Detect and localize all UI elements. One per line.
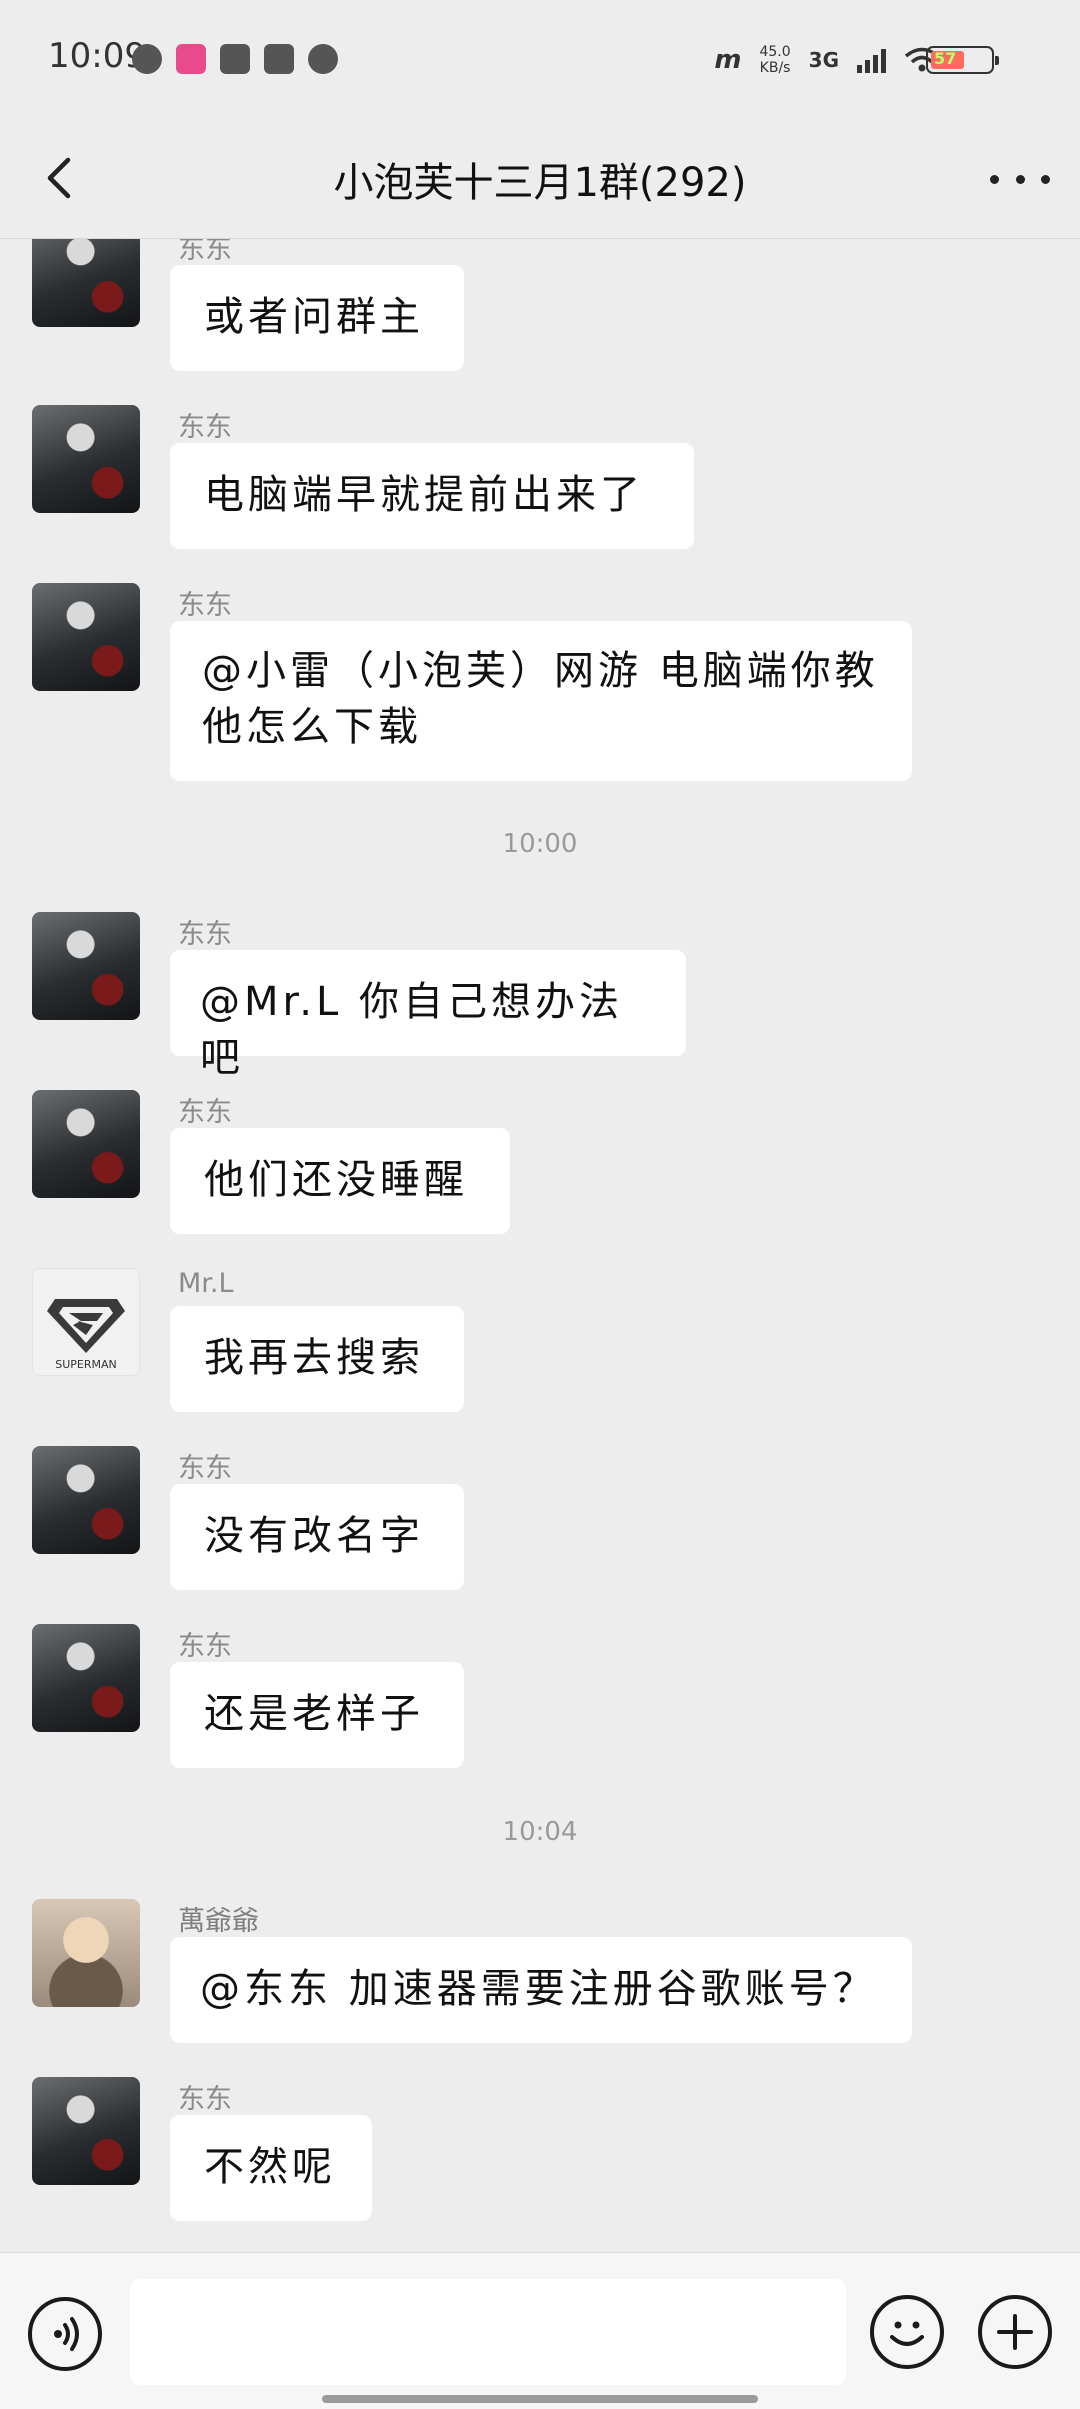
avatar[interactable] [32,239,140,327]
home-indicator[interactable] [322,2395,758,2403]
avatar[interactable] [32,1624,140,1732]
input-bar [0,2252,1080,2409]
sender-name: Mr.L [178,1268,234,1299]
superman-avatar-text: SUPERMAN [55,1358,117,1371]
notification-icons [132,44,338,74]
status-right: m 45.0 KB/s 3G [714,44,940,76]
message-bubble[interactable]: @小雷（小泡芙）网游 电脑端你教他怎么下载 [170,621,912,781]
plus-icon [997,2314,1033,2350]
sender-name: 东东 [178,590,232,621]
chat-title: 小泡芙十三月1群(292) [333,160,747,206]
avatar[interactable] [32,2077,140,2185]
superman-logo-icon: SUPERMAN [47,1299,125,1371]
sender-name: 东东 [178,1097,232,1128]
chat-header: 小泡芙十三月1群(292) [0,120,1080,239]
status-bar: 10:09 m 45.0 KB/s 3G 57 [0,0,1080,120]
sender-name: 东东 [178,2084,232,2115]
battery-level: 57 [934,49,957,68]
timestamp: 10:04 [502,1817,578,1847]
avatar[interactable] [32,912,140,1020]
message-bubble[interactable]: 我再去搜索 [170,1306,464,1412]
sender-name: 东东 [178,1631,232,1662]
avatar[interactable]: SUPERMAN [32,1268,140,1376]
message-bubble[interactable]: 没有改名字 [170,1484,464,1590]
sender-name: 东东 [178,239,232,265]
message-bubble[interactable]: 电脑端早就提前出来了 [170,443,694,549]
message-input[interactable] [130,2279,846,2385]
avatar[interactable] [32,1090,140,1198]
more-options-button[interactable] [978,2295,1052,2369]
sender-name: 东东 [178,1453,232,1484]
avatar[interactable] [32,583,140,691]
network-speed: 45.0 KB/s [759,44,791,76]
sender-name: 萬爺爺 [178,1906,259,1937]
avatar[interactable] [32,405,140,513]
globe-icon [132,44,162,74]
more-icon[interactable] [990,154,1050,204]
message-bubble[interactable]: @Mr.L 你自己想办法吧 [170,950,686,1081]
voice-icon [54,2317,79,2351]
sender-name: 东东 [178,412,232,443]
message-bubble[interactable]: 或者问群主 [170,265,464,371]
avatar[interactable] [32,1446,140,1554]
sender-name: 东东 [178,919,232,950]
cat-icon [220,44,250,74]
qq-icon [308,44,338,74]
avatar[interactable] [32,1899,140,2007]
message-bubble[interactable]: @东东 加速器需要注册谷歌账号？ [170,1937,912,2043]
message-bubble[interactable]: 还是老样子 [170,1662,464,1768]
message-bubble[interactable]: 不然呢 [170,2115,372,2221]
emoji-icon [890,2321,924,2346]
app-icon [264,44,294,74]
message-list[interactable]: 东东 或者问群主 东东 电脑端早就提前出来了 东东 @小雷（小泡芙）网游 电脑端… [0,239,1080,2252]
emoji-button[interactable] [870,2295,944,2369]
timestamp: 10:00 [502,829,578,859]
network-type: 3G [808,48,839,72]
voice-button[interactable] [28,2297,102,2371]
message-bubble[interactable]: 他们还没睡醒 [170,1128,510,1234]
battery-icon: 57 [926,46,999,74]
carrier-icon: m [714,45,742,75]
bilibili-icon [176,44,206,74]
signal-icon [857,47,886,73]
